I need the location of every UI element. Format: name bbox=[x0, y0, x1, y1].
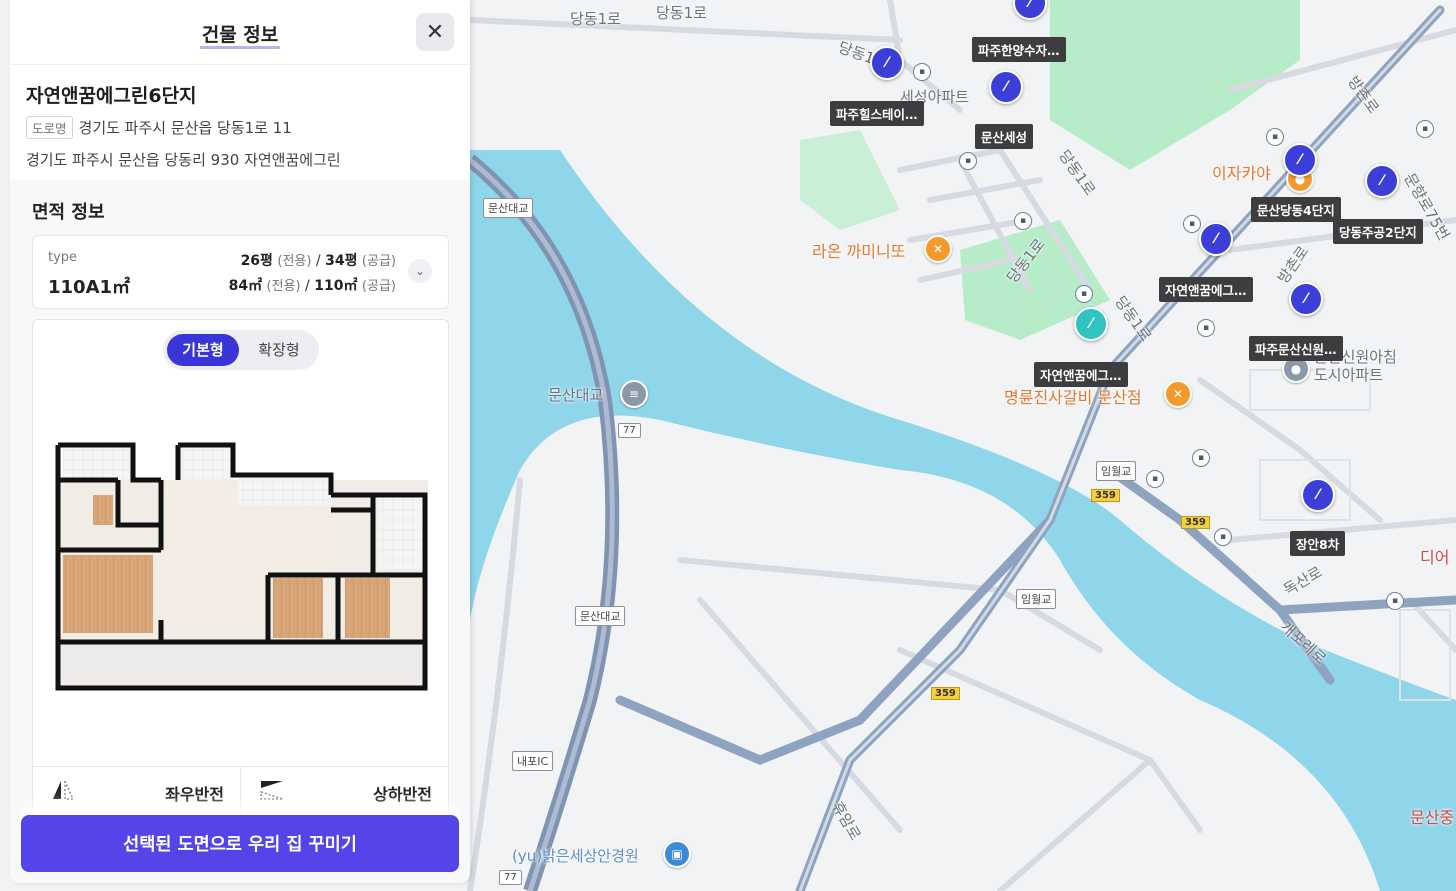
route-shield: 359 bbox=[931, 687, 960, 700]
flip-vertical-label: 상하반전 bbox=[373, 785, 432, 804]
road-tag: 내포IC bbox=[512, 751, 554, 771]
flip-horizontal-label: 좌우반전 bbox=[165, 785, 224, 804]
floorplan-type-toggle: 기본형 확장형 bbox=[163, 330, 319, 370]
route-shield: 359 bbox=[1091, 489, 1120, 502]
area-section: 면적 정보 type 110A1㎡ 26평 (전용) / 34평 (공급) 84… bbox=[10, 180, 470, 883]
route-shield: 359 bbox=[1181, 516, 1210, 529]
poi-label-optician[interactable]: (yu)밝은세상안경원 bbox=[512, 845, 639, 866]
poi-label-dieo[interactable]: 디어 bbox=[1420, 544, 1449, 568]
road-tag: 임월교 bbox=[1016, 589, 1057, 609]
apartment-marker-icon[interactable]: ⁄ bbox=[870, 46, 904, 80]
shop-icon[interactable]: ▣ bbox=[663, 840, 691, 868]
bus-stop-icon[interactable]: ▪ bbox=[1386, 592, 1404, 610]
apartment-marker-icon[interactable]: ⁄ bbox=[989, 70, 1023, 104]
poi-label-myeongryun[interactable]: 명륜진사갈비 문산점 bbox=[1004, 384, 1142, 408]
floorplan-card: 기본형 확장형 좌우반전 상하반전 bbox=[32, 319, 449, 841]
street-label: 당동1로 bbox=[656, 4, 707, 22]
route-shield: 77 bbox=[499, 870, 522, 885]
bus-stop-icon[interactable]: ▪ bbox=[1266, 128, 1284, 146]
road-address: 경기도 파주시 문산읍 당동1로 11 bbox=[78, 119, 292, 137]
apartment-marker-label[interactable]: 당동주공2단지 bbox=[1333, 219, 1423, 244]
road-address-row: 도로명 경기도 파주시 문산읍 당동1로 11 bbox=[26, 116, 454, 139]
tab-extended[interactable]: 확장형 bbox=[243, 334, 315, 366]
bus-stop-icon[interactable]: ▪ bbox=[913, 63, 931, 81]
apartment-marker-icon[interactable]: ⁄ bbox=[1301, 478, 1335, 512]
apartment-marker-label[interactable]: 장안8차 bbox=[1290, 531, 1346, 556]
sqm-exclusive: 84㎡ bbox=[228, 278, 263, 294]
apartment-marker-label[interactable]: 문산당동4단지 bbox=[1251, 197, 1341, 222]
restaurant-icon[interactable]: ✕ bbox=[1164, 380, 1192, 408]
apartment-marker-icon[interactable]: ⁄ bbox=[1199, 222, 1233, 256]
bridge-icon[interactable]: ≡ bbox=[620, 380, 648, 408]
poi-label-izakaya[interactable]: 이자카야 bbox=[1212, 160, 1271, 184]
close-button[interactable]: ✕ bbox=[416, 13, 454, 51]
road-tag: 문산대교 bbox=[575, 606, 626, 626]
floorplan-image bbox=[55, 442, 428, 691]
type-value: 110A1㎡ bbox=[48, 277, 131, 298]
sqm-supply: 110㎡ bbox=[314, 278, 358, 294]
apartment-marker-label[interactable]: 파주힐스테이… bbox=[830, 101, 924, 126]
building-info-panel: 건물 정보 ✕ 자연앤꿈에그린6단지 도로명 경기도 파주시 문산읍 당동1로 … bbox=[10, 0, 470, 883]
type-label: type bbox=[48, 250, 78, 265]
jibun-address: 경기도 파주시 문산읍 당동리 930 자연앤꿈에그린 bbox=[26, 151, 341, 169]
panel-title: 건물 정보 bbox=[10, 20, 470, 49]
apartment-marker-label[interactable]: 자연앤꿈에그… bbox=[1159, 277, 1253, 302]
restaurant-icon[interactable]: ✕ bbox=[924, 235, 952, 263]
apartment-marker-icon[interactable]: ⁄ bbox=[1283, 143, 1317, 177]
pyeong-supply: 34평 bbox=[325, 253, 358, 269]
bus-stop-icon[interactable]: ▪ bbox=[1183, 215, 1201, 233]
panel-title-text: 건물 정보 bbox=[199, 24, 281, 49]
bus-stop-icon[interactable]: ▪ bbox=[1416, 120, 1434, 138]
bridge-label: 문산대교 bbox=[548, 386, 604, 404]
close-icon: ✕ bbox=[425, 19, 445, 45]
bus-stop-icon[interactable]: ▪ bbox=[1075, 285, 1093, 303]
flip-horizontal-icon bbox=[53, 780, 75, 800]
pyeong-exclusive-note: (전용) bbox=[277, 254, 312, 269]
road-tag: 문산대교 bbox=[483, 198, 534, 218]
apartment-marker-icon[interactable]: ⁄ bbox=[1365, 164, 1399, 198]
apartment-marker-icon[interactable]: ⁄ bbox=[1289, 282, 1323, 316]
type-selector[interactable]: type 110A1㎡ 26평 (전용) / 34평 (공급) 84㎡ (전용)… bbox=[32, 235, 449, 309]
tab-basic[interactable]: 기본형 bbox=[167, 334, 239, 366]
chevron-down-icon[interactable]: ⌄ bbox=[408, 259, 432, 283]
bus-stop-icon[interactable]: ▪ bbox=[1014, 212, 1032, 230]
road-tag: 임월교 bbox=[1096, 461, 1137, 481]
sqm-supply-note: (공급) bbox=[361, 279, 396, 294]
bus-stop-icon[interactable]: ▪ bbox=[1146, 470, 1164, 488]
apartment-marker-label[interactable]: 파주문산신원… bbox=[1249, 336, 1343, 361]
area-section-title: 면적 정보 bbox=[32, 202, 105, 223]
pyeong-exclusive: 26평 bbox=[240, 253, 273, 269]
poi-label-school[interactable]: 문산중 bbox=[1410, 804, 1454, 828]
poi-label-raon[interactable]: 라온 까미니또 bbox=[812, 238, 905, 262]
bus-stop-icon[interactable]: ▪ bbox=[959, 152, 977, 170]
flip-vertical-icon bbox=[260, 781, 284, 800]
bus-stop-icon[interactable]: ▪ bbox=[1192, 449, 1210, 467]
bus-stop-icon[interactable]: ▪ bbox=[1197, 319, 1215, 337]
selected-apartment-marker-icon[interactable]: ⁄ bbox=[1074, 307, 1108, 341]
road-address-chip: 도로명 bbox=[26, 116, 73, 139]
route-shield: 77 bbox=[618, 423, 641, 438]
sqm-spec: 84㎡ (전용) / 110㎡ (공급) bbox=[228, 278, 396, 294]
bus-stop-icon[interactable]: ▪ bbox=[1214, 528, 1232, 546]
decorate-with-floorplan-button[interactable]: 선택된 도면으로 우리 집 꾸미기 bbox=[21, 815, 459, 872]
sqm-exclusive-note: (전용) bbox=[266, 279, 301, 294]
apartment-marker-label[interactable]: 파주한양수자… bbox=[972, 37, 1066, 62]
apartment-marker-label[interactable]: 자연앤꿈에그… bbox=[1034, 362, 1128, 387]
panel-header: 건물 정보 ✕ bbox=[10, 0, 470, 65]
street-label: 당동1로 bbox=[570, 10, 621, 28]
building-name: 자연앤꿈에그린6단지 bbox=[26, 85, 197, 107]
pyeong-supply-note: (공급) bbox=[361, 254, 396, 269]
building-summary: 자연앤꿈에그린6단지 도로명 경기도 파주시 문산읍 당동1로 11 경기도 파… bbox=[10, 65, 470, 170]
pyeong-spec: 26평 (전용) / 34평 (공급) bbox=[240, 253, 396, 269]
apartment-marker-label[interactable]: 문산세성 bbox=[975, 124, 1034, 149]
